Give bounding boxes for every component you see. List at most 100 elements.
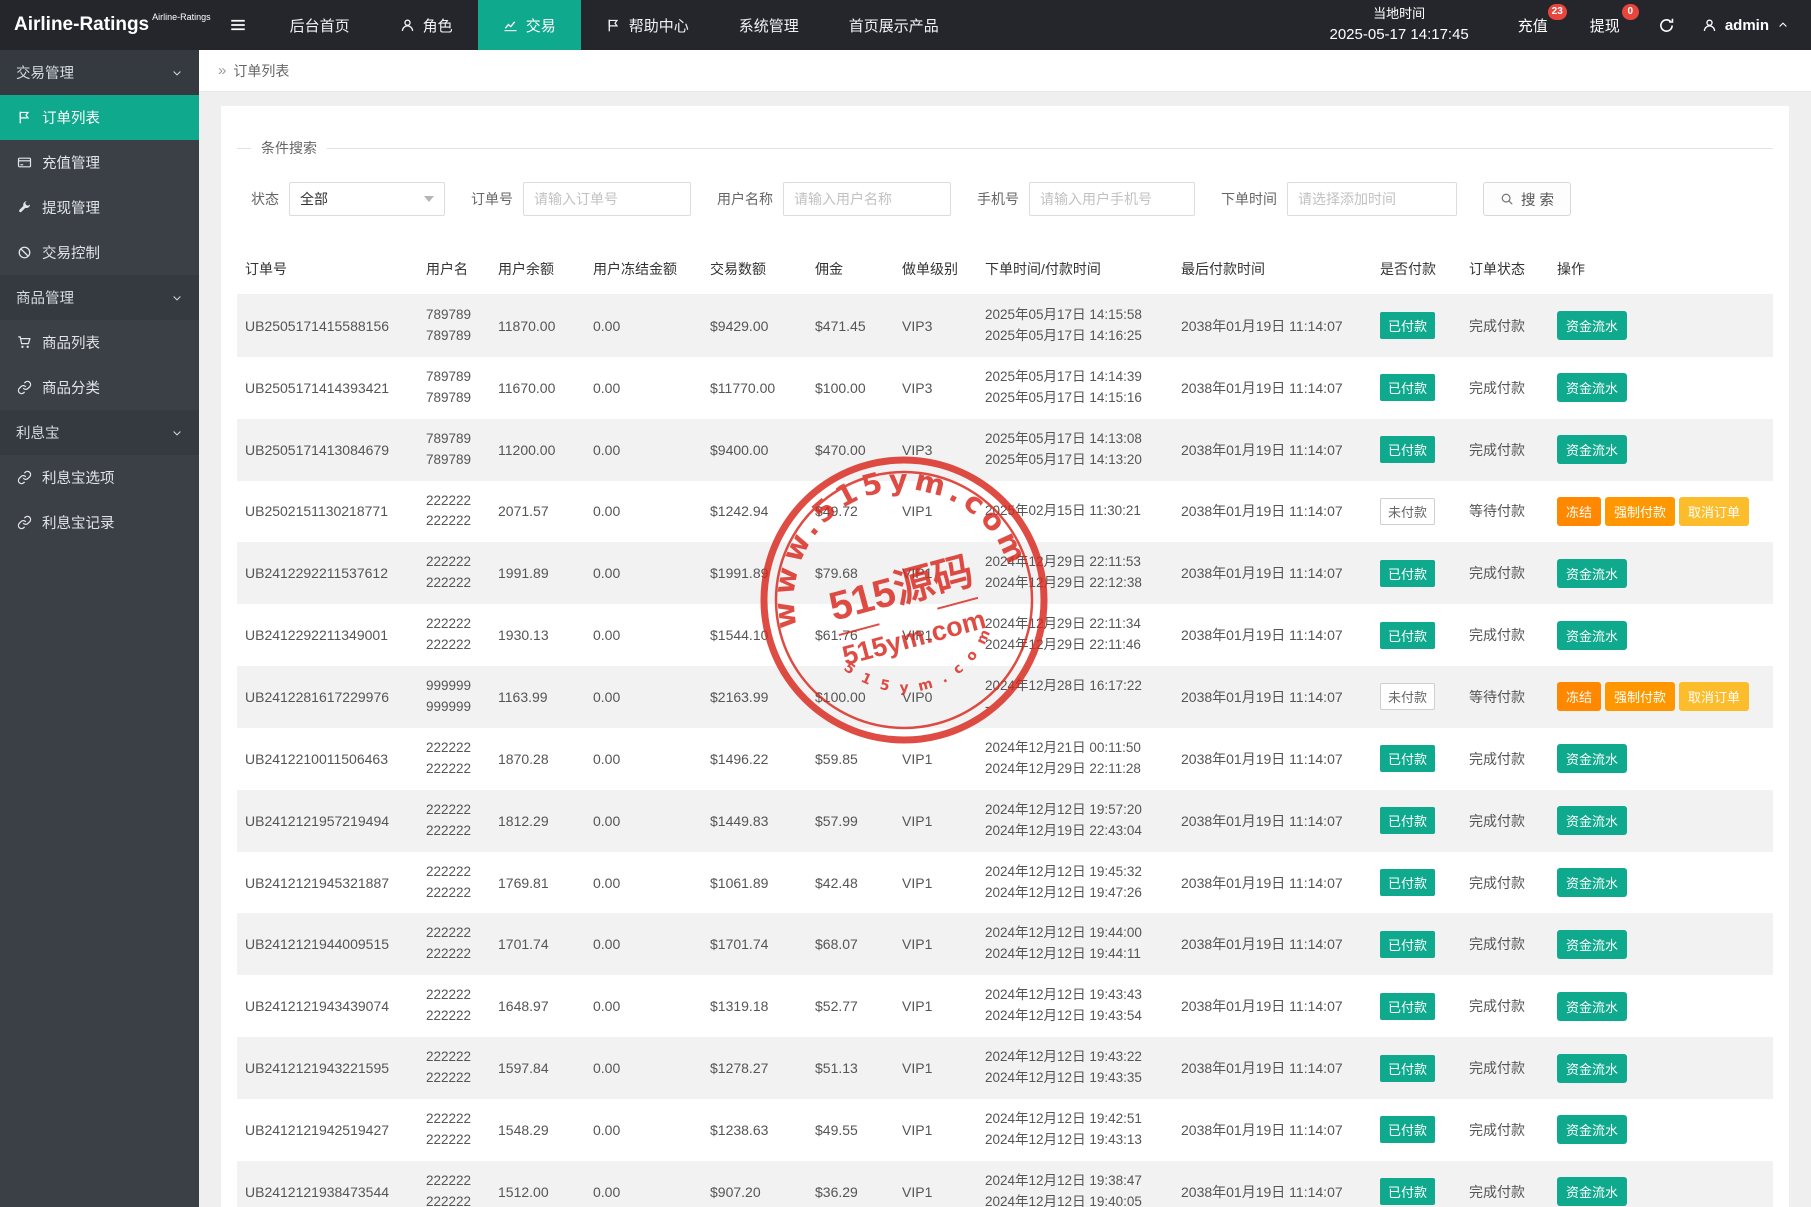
username-label: 用户名称 (717, 191, 773, 207)
fund-flow-button[interactable]: 资金流水 (1557, 868, 1628, 898)
cell-vip-level: VIP1 (902, 998, 933, 1015)
cell-trade-amount: $1242.94 (710, 503, 769, 520)
sidebar-item-trade-control[interactable]: 交易控制 (0, 230, 199, 275)
cell-balance: 1870.28 (498, 750, 549, 767)
cell-order-status: 完成付款 (1469, 565, 1525, 582)
cell-balance: 1769.81 (498, 874, 549, 891)
withdraw-link[interactable]: 提现 0 (1569, 0, 1641, 50)
cell-pay-status: 已付款 (1372, 1099, 1461, 1161)
topbar: Airline-Ratings Airline-Ratings 后台首页 角色 交易… (0, 0, 1811, 50)
withdraw-count-badge: 0 (1621, 4, 1639, 20)
sidebar-item-recharge-manage[interactable]: 充值管理 (0, 140, 199, 185)
order-no-filter: 订单号 (471, 182, 691, 216)
cell-pay-status: 已付款 (1372, 852, 1461, 914)
cell-order-no: UB2412210011506463 (245, 750, 388, 767)
fund-flow-button[interactable]: 资金流水 (1557, 620, 1628, 650)
table-row: UB2412121957219494 222222 222222 1812.29 … (237, 789, 1773, 852)
orders-table-body: UB2505171415588156 789789 789789 11870.00… (237, 294, 1773, 1207)
col-last-pay-time: 最后付款时间 (1173, 244, 1372, 295)
cell-order-no: UB2502151130218771 (245, 503, 388, 520)
cell-vip-level: VIP3 (902, 441, 933, 458)
chevron-down-icon (171, 427, 183, 439)
cell-frozen-amount: 0.00 (593, 750, 621, 767)
cell-order-status: 完成付款 (1469, 998, 1525, 1015)
search-button[interactable]: 搜 索 (1483, 182, 1572, 216)
cell-commission: $61.76 (815, 627, 858, 644)
fund-flow-button[interactable]: 资金流水 (1557, 435, 1628, 465)
order-no-input[interactable] (523, 182, 691, 216)
cell-order-no: UB2412121943221595 (245, 1060, 390, 1077)
admin-menu[interactable]: admin (1692, 0, 1811, 50)
sidebar-item-withdraw-manage[interactable]: 提现管理 (0, 185, 199, 230)
topnav-item-home-products[interactable]: 首页展示产品 (824, 0, 964, 50)
col-commission: 佣金 (807, 244, 894, 295)
recharge-link[interactable]: 充值 23 (1497, 0, 1569, 50)
sidebar-item-goods-category[interactable]: 商品分类 (0, 365, 199, 410)
cell-username: 222222 222222 (426, 1172, 472, 1207)
phone-input[interactable] (1029, 182, 1195, 216)
cancel-order-button[interactable]: 取消订单 (1679, 682, 1750, 712)
cell-last-pay-time: 2038年01月19日 11:14:07 (1181, 441, 1343, 458)
cell-frozen-amount: 0.00 (593, 441, 621, 458)
table-row: UB2505171415588156 789789 789789 11870.00… (237, 294, 1773, 357)
fund-flow-button[interactable]: 资金流水 (1557, 1053, 1628, 1083)
topnav-item-roles[interactable]: 角色 (375, 0, 478, 50)
status-select[interactable]: 全部 (289, 182, 445, 216)
cell-username: 222222 222222 (426, 863, 472, 900)
cell-pay-status: 已付款 (1372, 542, 1461, 604)
cell-actions: 资金流水 (1549, 852, 1773, 914)
cell-username: 789789 789789 (426, 307, 472, 343)
user-icon (400, 18, 415, 33)
topnav-item-trade[interactable]: 交易 (477, 0, 581, 50)
sidebar-group-goods-manage[interactable]: 商品管理 (0, 275, 199, 320)
cell-order-time: 2025年05月17日 14:13:08 2025年05月17日 14:13:20 (985, 430, 1142, 467)
force-pay-button[interactable]: 强制付款 (1605, 496, 1676, 526)
sidebar-item-interest-options[interactable]: 利息宝选项 (0, 455, 199, 500)
fund-flow-button[interactable]: 资金流水 (1557, 929, 1628, 959)
topnav-item-help[interactable]: 帮助中心 (581, 0, 714, 50)
cell-last-pay-time: 2038年01月19日 11:14:07 (1181, 936, 1343, 953)
cell-vip-level: VIP1 (902, 874, 933, 891)
pay-status-badge: 已付款 (1380, 745, 1436, 773)
cell-pay-status: 已付款 (1372, 1037, 1461, 1099)
cell-pay-status: 已付款 (1372, 728, 1461, 790)
sidebar-group-interest[interactable]: 利息宝 (0, 410, 199, 455)
freeze-button[interactable]: 冻结 (1557, 496, 1602, 526)
cell-vip-level: VIP1 (902, 936, 933, 953)
pay-status-badge: 已付款 (1380, 559, 1436, 587)
cancel-order-button[interactable]: 取消订单 (1679, 496, 1750, 526)
fund-flow-button[interactable]: 资金流水 (1557, 1177, 1628, 1207)
page-title: 订单列表 (233, 62, 290, 79)
flag-icon (17, 110, 32, 125)
cell-last-pay-time: 2038年01月19日 11:14:07 (1181, 317, 1343, 334)
order-no-label: 订单号 (471, 191, 513, 207)
username-input[interactable] (783, 182, 951, 216)
freeze-button[interactable]: 冻结 (1557, 682, 1602, 712)
sidebar-group-trade-manage[interactable]: 交易管理 (0, 50, 199, 95)
topnav-item-system[interactable]: 系统管理 (714, 0, 824, 50)
sidebar-item-interest-records[interactable]: 利息宝记录 (0, 500, 199, 545)
cell-commission: $52.77 (815, 998, 858, 1015)
cell-order-no: UB2412292211537612 (245, 565, 388, 582)
sidebar-group-label: 利息宝 (16, 426, 60, 442)
refresh-button[interactable] (1641, 0, 1692, 50)
fund-flow-button[interactable]: 资金流水 (1557, 311, 1628, 341)
cart-icon (17, 335, 32, 350)
order-time-input[interactable] (1287, 182, 1457, 216)
topnav-item-home[interactable]: 后台首页 (265, 0, 375, 50)
fund-flow-button[interactable]: 资金流水 (1557, 1115, 1628, 1145)
sidebar-item-goods-list[interactable]: 商品列表 (0, 320, 199, 365)
sidebar-item-order-list[interactable]: 订单列表 (0, 95, 199, 140)
cell-vip-level: VIP1 (902, 750, 933, 767)
fund-flow-button[interactable]: 资金流水 (1557, 373, 1628, 403)
fund-flow-button[interactable]: 资金流水 (1557, 744, 1628, 774)
cell-pay-status: 已付款 (1372, 419, 1461, 481)
fund-flow-button[interactable]: 资金流水 (1557, 806, 1628, 836)
fund-flow-button[interactable]: 资金流水 (1557, 991, 1628, 1021)
sidebar-toggle-button[interactable] (211, 0, 265, 50)
fund-flow-button[interactable]: 资金流水 (1557, 558, 1628, 588)
force-pay-button[interactable]: 强制付款 (1605, 682, 1676, 712)
cell-order-status: 完成付款 (1469, 1060, 1525, 1077)
table-row: UB2412210011506463 222222 222222 1870.28 … (237, 727, 1773, 790)
cell-frozen-amount: 0.00 (593, 379, 621, 396)
